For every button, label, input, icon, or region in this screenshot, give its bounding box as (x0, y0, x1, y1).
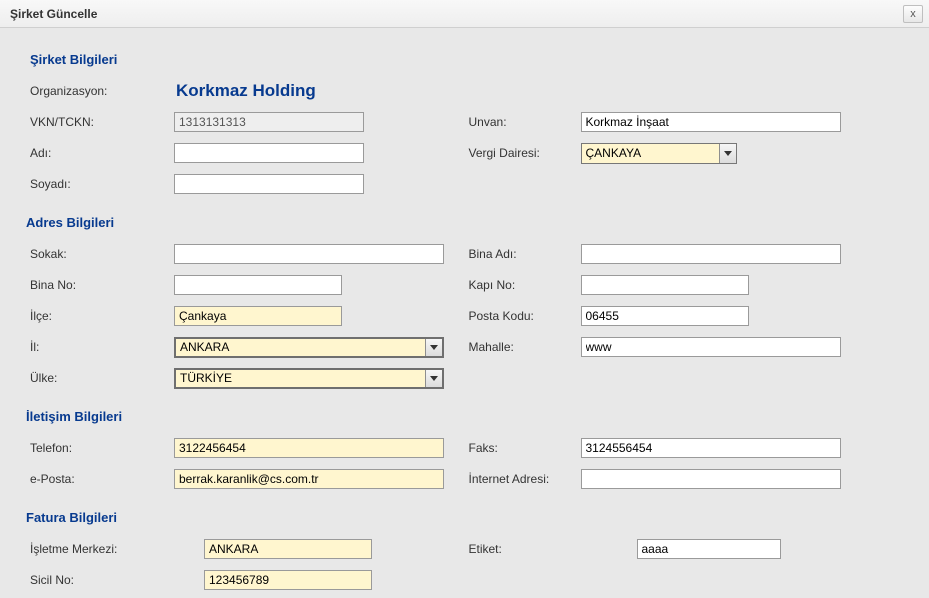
ulke-selected: TÜRKİYE (180, 371, 425, 385)
posta-kodu-input[interactable] (581, 306, 749, 326)
bina-no-input[interactable] (174, 275, 342, 295)
il-selected: ANKARA (180, 340, 425, 354)
isletme-merkezi-label: İşletme Merkezi: (26, 542, 204, 556)
kapi-no-label: Kapı No: (465, 278, 581, 292)
bina-adi-input[interactable] (581, 244, 841, 264)
kapi-no-input[interactable] (581, 275, 749, 295)
internet-adresi-label: İnternet Adresi: (465, 472, 581, 486)
adi-input[interactable] (174, 143, 364, 163)
vergi-dairesi-select[interactable]: ÇANKAYA (581, 143, 737, 164)
section-contact-title: İletişim Bilgileri (26, 409, 903, 424)
isletme-merkezi-input[interactable] (204, 539, 372, 559)
section-address: Adres Bilgileri Sokak: Bina No: İlçe: İl… (26, 215, 903, 395)
etiket-label: Etiket: (465, 542, 637, 556)
section-contact: İletişim Bilgileri Telefon: e-Posta: Fak… (26, 409, 903, 496)
sicil-no-label: Sicil No: (26, 573, 204, 587)
unvan-input[interactable] (581, 112, 841, 132)
il-select[interactable]: ANKARA (174, 337, 444, 358)
soyadi-label: Soyadı: (26, 177, 174, 191)
organizasyon-label: Organizasyon: (26, 84, 174, 98)
faks-label: Faks: (465, 441, 581, 455)
adi-label: Adı: (26, 146, 174, 160)
posta-kodu-label: Posta Kodu: (465, 309, 581, 323)
faks-input[interactable] (581, 438, 841, 458)
vergi-dairesi-label: Vergi Dairesi: (465, 146, 581, 160)
mahalle-label: Mahalle: (465, 340, 581, 354)
chevron-down-icon (425, 339, 442, 356)
telefon-label: Telefon: (26, 441, 174, 455)
chevron-down-icon (425, 370, 442, 387)
ulke-label: Ülke: (26, 371, 174, 385)
mahalle-input[interactable] (581, 337, 841, 357)
ilce-input[interactable] (174, 306, 342, 326)
section-address-title: Adres Bilgileri (26, 215, 903, 230)
etiket-input[interactable] (637, 539, 781, 559)
internet-adresi-input[interactable] (581, 469, 841, 489)
vkn-input (174, 112, 364, 132)
organizasyon-value: Korkmaz Holding (174, 81, 316, 101)
telefon-input[interactable] (174, 438, 444, 458)
bina-adi-label: Bina Adı: (465, 247, 581, 261)
ulke-select[interactable]: TÜRKİYE (174, 368, 444, 389)
chevron-down-icon (719, 144, 736, 163)
window-titlebar: Şirket Güncelle x (0, 0, 929, 28)
eposta-label: e-Posta: (26, 472, 174, 486)
vkn-label: VKN/TCKN: (26, 115, 174, 129)
section-invoice: Fatura Bilgileri İşletme Merkezi: Sicil … (26, 510, 903, 597)
window-title: Şirket Güncelle (10, 7, 97, 21)
section-company-title: Şirket Bilgileri (26, 52, 903, 67)
sokak-label: Sokak: (26, 247, 174, 261)
section-invoice-title: Fatura Bilgileri (26, 510, 903, 525)
sicil-no-input[interactable] (204, 570, 372, 590)
bina-no-label: Bina No: (26, 278, 174, 292)
eposta-input[interactable] (174, 469, 444, 489)
unvan-label: Unvan: (465, 115, 581, 129)
vergi-dairesi-selected: ÇANKAYA (586, 146, 719, 160)
il-label: İl: (26, 340, 174, 354)
dialog-content: Şirket Bilgileri Organizasyon: Korkmaz H… (0, 28, 929, 598)
close-button[interactable]: x (903, 5, 923, 23)
ilce-label: İlçe: (26, 309, 174, 323)
section-company: Şirket Bilgileri Organizasyon: Korkmaz H… (26, 52, 903, 201)
soyadi-input[interactable] (174, 174, 364, 194)
sokak-input[interactable] (174, 244, 444, 264)
